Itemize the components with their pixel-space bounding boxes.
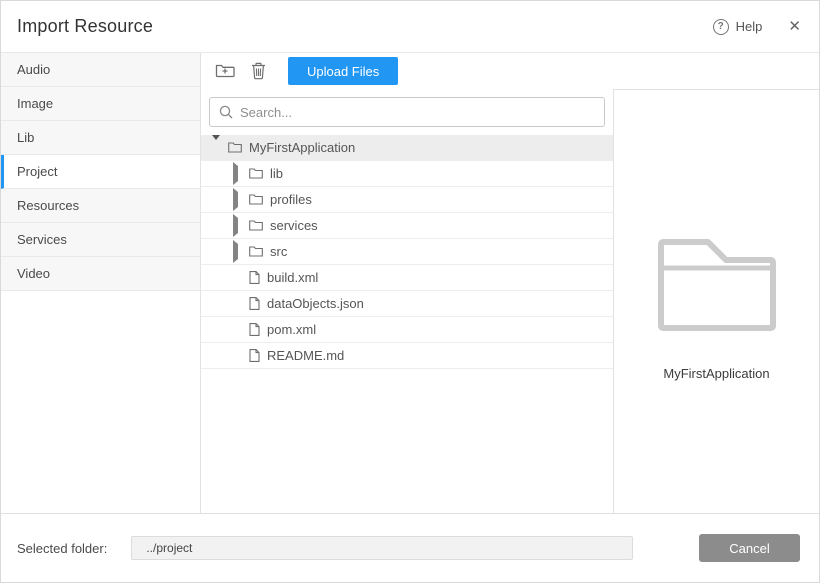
import-resource-dialog: Import Resource ? Help ✕ Audio Image Lib…: [0, 0, 820, 583]
sidebar-item-image[interactable]: Image: [1, 87, 200, 121]
folder-plus-icon: [215, 63, 235, 79]
preview-folder-name: MyFirstApplication: [663, 366, 769, 381]
trash-icon: [251, 62, 266, 80]
tree-row-profiles[interactable]: profiles: [201, 187, 613, 213]
category-sidebar: Audio Image Lib Project Resources Servic…: [1, 53, 201, 513]
folder-icon: [249, 168, 263, 179]
close-icon[interactable]: ✕: [788, 19, 801, 34]
help-button[interactable]: ? Help: [713, 19, 763, 35]
selected-folder-input[interactable]: [131, 536, 633, 560]
tree-row-pom-xml[interactable]: pom.xml: [201, 317, 613, 343]
sidebar-item-project[interactable]: Project: [1, 155, 200, 189]
sidebar-item-video[interactable]: Video: [1, 257, 200, 291]
file-tree: MyFirstApplication lib: [201, 135, 613, 513]
tree-row-label: lib: [270, 166, 283, 181]
chevron-right-icon[interactable]: [233, 244, 242, 259]
search-input[interactable]: [209, 97, 605, 127]
tree-row-label: dataObjects.json: [267, 296, 364, 311]
sidebar-item-label: Video: [17, 266, 50, 281]
sidebar-item-label: Lib: [17, 130, 34, 145]
tree-row-services[interactable]: services: [201, 213, 613, 239]
file-icon: [249, 271, 260, 284]
folder-icon: [249, 246, 263, 257]
file-tree-pane: MyFirstApplication lib: [201, 89, 613, 513]
sidebar-item-label: Image: [17, 96, 53, 111]
tree-row-myfirstapplication[interactable]: MyFirstApplication: [201, 135, 613, 161]
dialog-header: Import Resource ? Help ✕: [1, 1, 819, 53]
tree-row-build-xml[interactable]: build.xml: [201, 265, 613, 291]
tree-row-src[interactable]: src: [201, 239, 613, 265]
tree-row-label: README.md: [267, 348, 344, 363]
folder-icon: [249, 220, 263, 231]
selected-folder-label: Selected folder:: [17, 541, 107, 556]
sidebar-item-audio[interactable]: Audio: [1, 53, 200, 87]
question-circle-icon: ?: [713, 19, 729, 35]
sidebar-item-resources[interactable]: Resources: [1, 189, 200, 223]
chevron-right-icon[interactable]: [233, 192, 242, 207]
chevron-down-icon[interactable]: [212, 140, 221, 155]
new-folder-button[interactable]: [214, 60, 236, 82]
sidebar-item-services[interactable]: Services: [1, 223, 200, 257]
tree-row-label: MyFirstApplication: [249, 140, 355, 155]
folder-icon: [249, 194, 263, 205]
file-icon: [249, 297, 260, 310]
delete-button[interactable]: [247, 60, 269, 82]
file-icon: [249, 349, 260, 362]
folder-icon: [657, 236, 777, 332]
sidebar-item-label: Project: [17, 164, 57, 179]
upload-files-button[interactable]: Upload Files: [288, 57, 398, 85]
sidebar-item-label: Services: [17, 232, 67, 247]
tree-row-label: src: [270, 244, 287, 259]
dialog-footer: Selected folder: Cancel: [1, 513, 819, 582]
file-icon: [249, 323, 260, 336]
preview-pane: MyFirstApplication: [613, 89, 819, 513]
help-label: Help: [736, 19, 763, 34]
cancel-button[interactable]: Cancel: [699, 534, 800, 562]
chevron-right-icon[interactable]: [233, 218, 242, 233]
tree-row-label: services: [270, 218, 318, 233]
tree-row-label: build.xml: [267, 270, 318, 285]
tree-row-dataobjects-json[interactable]: dataObjects.json: [201, 291, 613, 317]
sidebar-item-lib[interactable]: Lib: [1, 121, 200, 155]
toolbar: Upload Files: [201, 53, 819, 89]
page-title: Import Resource: [17, 16, 153, 37]
folder-icon: [228, 142, 242, 153]
sidebar-item-label: Resources: [17, 198, 79, 213]
tree-row-label: profiles: [270, 192, 312, 207]
tree-row-readme-md[interactable]: README.md: [201, 343, 613, 369]
tree-row-label: pom.xml: [267, 322, 316, 337]
sidebar-item-label: Audio: [17, 62, 50, 77]
chevron-right-icon[interactable]: [233, 166, 242, 181]
tree-row-lib[interactable]: lib: [201, 161, 613, 187]
